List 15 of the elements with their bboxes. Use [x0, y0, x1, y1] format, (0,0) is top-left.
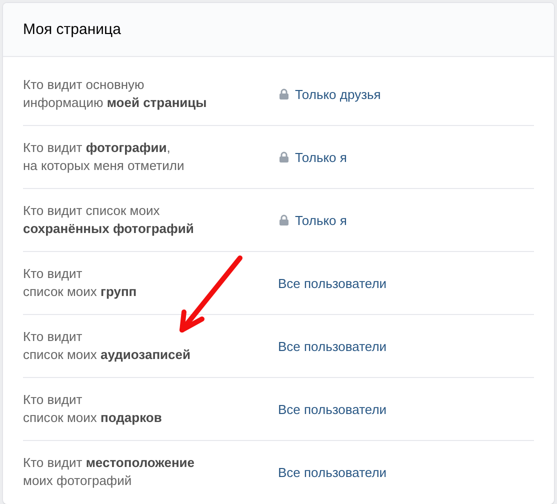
card-title: Моя страница [23, 21, 121, 38]
setting-label: Кто видит основную информацию моей страницы [23, 76, 208, 112]
setting-label: Кто видит список моих подарков [23, 391, 163, 427]
privacy-link[interactable]: Все пользователи [278, 402, 387, 416]
setting-label: Кто видит список моих аудиозаписей [23, 328, 192, 364]
setting-label: Кто видит список моих групп [23, 265, 138, 301]
setting-label: Кто видит местоположение моих фотографий [23, 454, 196, 490]
privacy-link[interactable]: Только я [295, 150, 347, 164]
privacy-link[interactable]: Только друзья [295, 86, 381, 102]
privacy-link[interactable]: Все пользователи [278, 464, 387, 480]
privacy-link[interactable]: Все пользователи [278, 338, 387, 354]
privacy-link[interactable]: Только я [295, 212, 347, 228]
privacy-link[interactable]: Все пользователи [278, 276, 387, 290]
setting-label: Кто видит список моих сохранённых фотографий [23, 202, 195, 238]
setting-label: Кто видит фотографии, на которых меня отметили [23, 139, 186, 175]
